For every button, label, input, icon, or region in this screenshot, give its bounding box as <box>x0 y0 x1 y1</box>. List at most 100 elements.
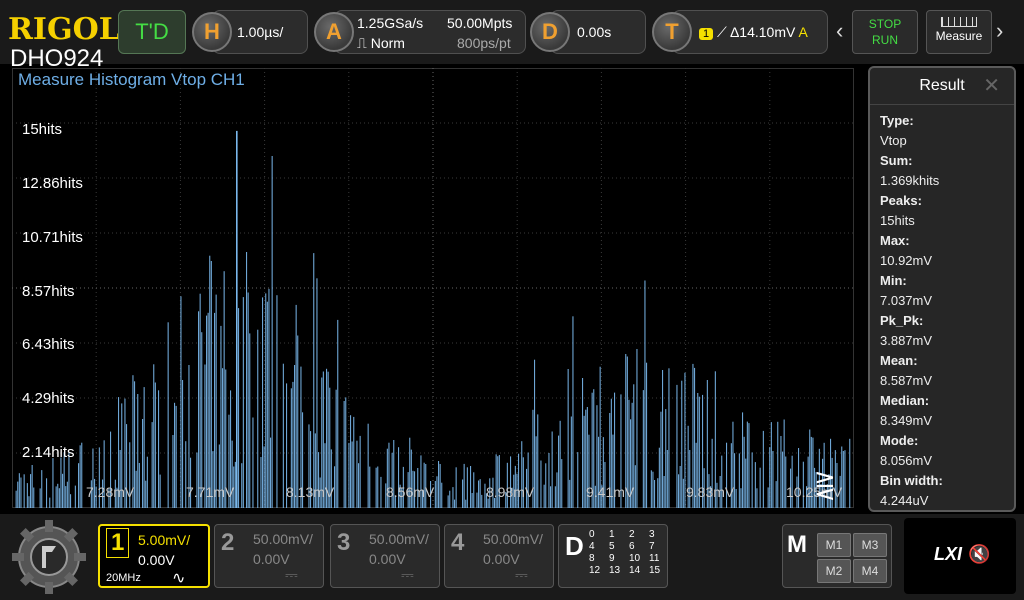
histogram-bar <box>145 480 147 508</box>
horizontal-knob-icon[interactable]: H <box>192 12 232 52</box>
menu-collapse-icon[interactable]: ⋛ <box>814 470 836 501</box>
result-value: 8.587mV <box>880 373 933 388</box>
histogram-bar <box>554 486 556 508</box>
trigger-knob-icon[interactable]: T <box>652 12 692 52</box>
histogram-bar <box>735 489 737 508</box>
channel-2-box[interactable]: 2 50.00mV/0.00V ⎓ <box>214 524 324 588</box>
trigger-pill[interactable]: 1 ⟋ Δ14.10mV A <box>672 10 828 54</box>
digital-letter: D <box>565 531 584 561</box>
histogram-bar <box>206 315 208 508</box>
histogram-bar <box>335 389 337 508</box>
histogram-bar <box>759 467 761 508</box>
histogram-bar <box>146 456 148 508</box>
histogram-bar <box>660 411 662 508</box>
histogram-bar <box>348 442 350 508</box>
mute-icon[interactable]: 🔇 <box>968 544 990 565</box>
histogram-bar <box>746 421 748 508</box>
channel-1-box[interactable]: 1 5.00mV/0.00V 20MHz ∿ <box>98 524 210 588</box>
histogram-bar <box>535 436 537 508</box>
right-arrow-icon[interactable]: › <box>996 18 1003 44</box>
digital-channel-label: 5 <box>609 541 615 552</box>
acquire-pill[interactable]: 1.25GSa/s ⎍ Norm 50.00Mpts 800ps/pt <box>334 10 526 54</box>
histogram-bar <box>479 479 481 508</box>
digital-channel-label: 10 <box>629 553 641 564</box>
channel-offset: 0.00V <box>369 551 406 567</box>
histogram-bar <box>780 436 782 508</box>
digital-channel-label: 8 <box>589 553 595 564</box>
histogram-bar <box>31 465 33 508</box>
histogram-bar <box>441 482 443 508</box>
x-tick-label: 9.41mV <box>586 484 635 500</box>
histogram-bar <box>476 492 478 508</box>
result-value: 10.92mV <box>880 253 933 268</box>
channel-number: 2 <box>221 529 235 556</box>
time-per-point: 800ps/pt <box>457 35 511 51</box>
histogram-bar <box>782 451 784 508</box>
run-label: RUN <box>872 33 898 47</box>
histogram-bar <box>567 369 569 508</box>
histogram-bar <box>377 466 379 508</box>
channel-4-box[interactable]: 4 50.00mV/0.00V ⎓ <box>444 524 554 588</box>
math-m1-button[interactable]: M1 <box>817 533 851 557</box>
result-list: Type: Vtop Sum: 1.369khits Peaks: 15hits Max: 1… <box>870 105 1014 510</box>
histogram-bar <box>137 394 139 508</box>
y-tick-label: 6.43hits <box>22 336 75 354</box>
histogram-bar <box>767 487 769 508</box>
histogram-bar <box>662 370 664 508</box>
histogram-bar <box>642 390 644 508</box>
histogram-bar <box>740 488 742 508</box>
histogram-bar <box>351 441 353 508</box>
histogram-bar <box>81 442 83 508</box>
math-m2-button[interactable]: M2 <box>817 559 851 583</box>
y-tick-label: 4.29hits <box>22 390 75 408</box>
histogram-bar <box>49 497 51 508</box>
histogram-bar <box>65 486 67 508</box>
result-header: Result ✕ <box>870 68 1014 105</box>
histogram-bar <box>215 294 217 508</box>
math-m4-button[interactable]: M4 <box>853 559 887 583</box>
histogram-bar <box>359 435 361 508</box>
math-m3-button[interactable]: M3 <box>853 533 887 557</box>
histogram-bar <box>545 463 547 508</box>
gear-home-icon[interactable] <box>10 518 88 596</box>
x-tick-label: 8.98mV <box>486 484 535 500</box>
digital-channel-label: 3 <box>649 529 655 540</box>
dc-coupling-icon: ⎓ <box>285 567 298 584</box>
histogram-bar <box>262 297 264 508</box>
delay-knob-icon[interactable]: D <box>530 12 570 52</box>
x-tick-label: 8.56mV <box>386 484 435 500</box>
trigger-level: Δ14.10mV <box>729 24 796 40</box>
histogram-bar <box>367 423 369 508</box>
digital-panel[interactable]: D 0 1 2 3 4 5 6 7 8 9 10 11 12 13 14 15 <box>558 524 668 588</box>
histogram-bar <box>791 455 793 508</box>
result-value: 4.244uV <box>880 493 929 508</box>
status-area: LXI 🔇 <box>904 518 1016 594</box>
histogram-bar <box>449 490 451 508</box>
histogram-bar <box>369 466 371 508</box>
measure-button[interactable]: Measure <box>926 10 992 54</box>
histogram-bar <box>282 363 284 508</box>
histogram-bar <box>268 288 270 508</box>
close-icon[interactable]: ✕ <box>983 68 1000 104</box>
channel-3-box[interactable]: 3 50.00mV/0.00V ⎓ <box>330 524 440 588</box>
histogram-bar <box>78 463 80 508</box>
left-arrow-icon[interactable]: ‹ <box>836 18 843 44</box>
math-panel[interactable]: M M1 M3 M2 M4 <box>782 524 892 588</box>
histogram-bar <box>18 473 20 508</box>
stop-run-button[interactable]: STOP RUN <box>852 10 918 54</box>
channel-offset: 0.00V <box>138 552 175 568</box>
histogram-bar <box>313 253 315 508</box>
channel-number: 1 <box>106 528 130 558</box>
histogram-bar <box>438 461 440 508</box>
histogram-bar <box>60 457 62 508</box>
histogram-bar <box>174 402 176 508</box>
histogram-bar <box>201 332 203 508</box>
histogram-bar <box>658 447 660 508</box>
touch-display-button[interactable]: T'D <box>118 10 186 54</box>
histogram-bar <box>537 414 539 508</box>
acquire-knob-icon[interactable]: A <box>314 12 354 52</box>
delay-value: 0.00s <box>577 24 612 40</box>
measure-label: Measure <box>935 29 983 43</box>
brand-logo: RIGOL <box>8 12 120 47</box>
histogram-bar <box>26 483 28 508</box>
